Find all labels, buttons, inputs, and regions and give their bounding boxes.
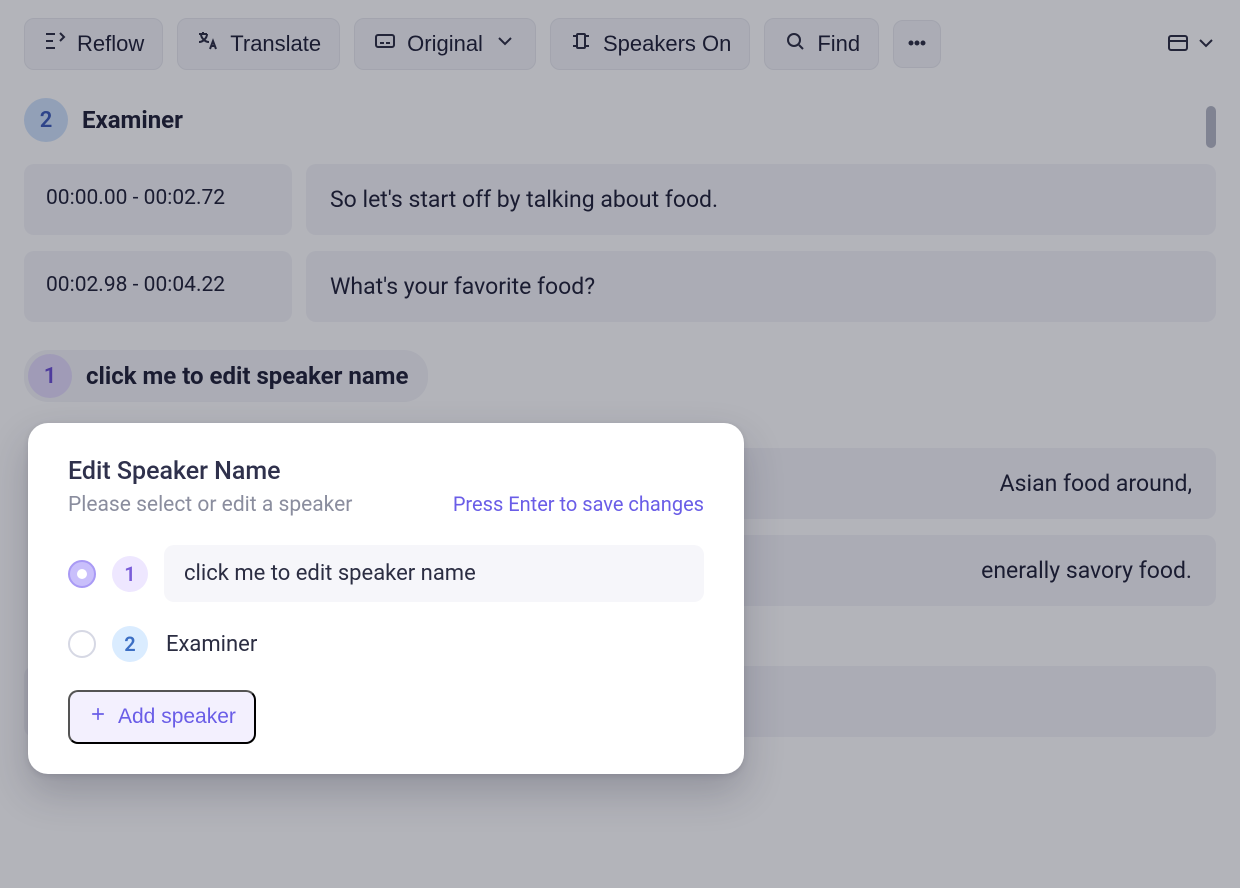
radio-selected[interactable] xyxy=(68,560,96,588)
search-icon xyxy=(783,29,807,59)
speakers-toggle[interactable]: Speakers On xyxy=(550,18,750,70)
original-dropdown[interactable]: Original xyxy=(354,18,536,70)
app-root: Reflow Translate Original Speakers On xyxy=(0,0,1240,888)
segment-time[interactable]: 00:00.00 - 00:02.72 xyxy=(24,164,292,235)
speaker-badge: 2 xyxy=(24,98,68,142)
transcript-segment: 00:02.98 - 00:04.22 What's your favorite… xyxy=(24,251,1216,322)
transcript-segment: 00:00.00 - 00:02.72 So let's start off b… xyxy=(24,164,1216,235)
subtitle-icon xyxy=(373,29,397,59)
popover-title: Edit Speaker Name xyxy=(68,457,704,486)
popover-subtitle: Please select or edit a speaker xyxy=(68,493,352,517)
find-button[interactable]: Find xyxy=(764,18,879,70)
radio-unselected[interactable] xyxy=(68,630,96,658)
translate-button[interactable]: Translate xyxy=(177,18,340,70)
chevron-down-icon xyxy=(493,29,517,59)
speaker-name-input[interactable]: click me to edit speaker name xyxy=(164,545,704,602)
speaker-option-2[interactable]: 2 Examiner xyxy=(68,620,704,668)
segment-text[interactable]: What's your favorite food? xyxy=(306,251,1216,322)
translate-label: Translate xyxy=(230,31,321,57)
translate-icon xyxy=(196,29,220,59)
chevron-down-icon xyxy=(1194,31,1218,58)
popover-subtitle-row: Please select or edit a speaker Press En… xyxy=(68,492,704,517)
speakers-icon xyxy=(569,29,593,59)
segment-text[interactable]: So let's start off by talking about food… xyxy=(306,164,1216,235)
toolbar: Reflow Translate Original Speakers On xyxy=(24,18,1216,70)
original-label: Original xyxy=(407,31,483,57)
reflow-label: Reflow xyxy=(77,31,144,57)
speaker-chip[interactable]: 1 click me to edit speaker name xyxy=(24,350,428,402)
edit-speaker-popover: Edit Speaker Name Please select or edit … xyxy=(28,423,744,774)
speaker-header-examiner[interactable]: 2 Examiner xyxy=(24,94,1216,148)
add-speaker-label: Add speaker xyxy=(118,705,236,729)
speaker-name-label: click me to edit speaker name xyxy=(86,362,408,390)
speaker-option-label: Examiner xyxy=(164,632,257,657)
speaker-name-label: Examiner xyxy=(82,106,183,134)
speaker-option-1[interactable]: 1 click me to edit speaker name xyxy=(68,539,704,608)
popover-hint: Press Enter to save changes xyxy=(453,492,704,516)
plus-icon xyxy=(88,704,108,730)
add-speaker-button[interactable]: Add speaker xyxy=(68,690,256,744)
reflow-icon xyxy=(43,29,67,59)
speaker-badge: 1 xyxy=(28,354,72,398)
reflow-button[interactable]: Reflow xyxy=(24,18,163,70)
more-icon xyxy=(905,31,929,58)
find-label: Find xyxy=(817,31,860,57)
segment-time[interactable]: 00:02.98 - 00:04.22 xyxy=(24,251,292,322)
more-button[interactable] xyxy=(893,20,941,68)
speaker-header-unnamed[interactable]: 1 click me to edit speaker name xyxy=(24,346,1216,408)
speaker-badge-small: 2 xyxy=(112,626,148,662)
speakers-label: Speakers On xyxy=(603,31,731,57)
toolbar-right xyxy=(1168,20,1216,68)
scrollbar-thumb[interactable] xyxy=(1206,106,1216,148)
layout-dropdown[interactable] xyxy=(1168,20,1216,68)
layout-icon xyxy=(1166,31,1190,58)
speaker-badge-small: 1 xyxy=(112,556,148,592)
